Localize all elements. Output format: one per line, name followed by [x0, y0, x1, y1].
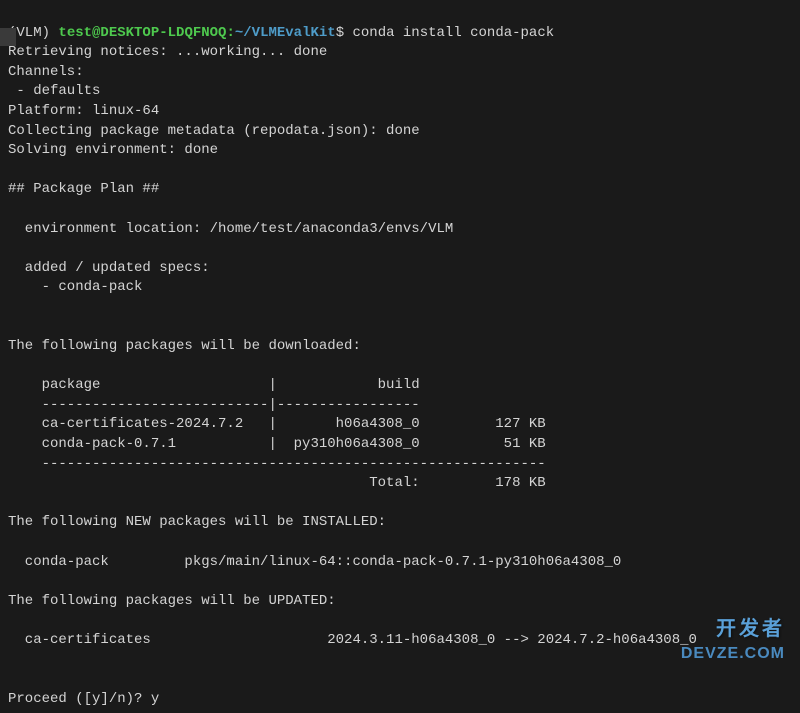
spec-item: - conda-pack: [8, 279, 142, 295]
output-line: Channels:: [8, 64, 84, 80]
prompt-line: (VLM) test@DESKTOP-LDQFNOQ:~/VLMEvalKit$…: [8, 25, 554, 41]
output-line: Retrieving notices: ...working... done: [8, 44, 327, 60]
prompt-symbol: $: [336, 25, 353, 41]
prompt-colon: :: [226, 25, 234, 41]
table-divider: ----------------------------------------…: [8, 456, 546, 472]
total-row: Total: 178 KB: [8, 475, 546, 491]
install-header: The following NEW packages will be INSTA…: [8, 514, 386, 530]
output-line: - defaults: [8, 83, 100, 99]
table-divider: ---------------------------|------------…: [8, 397, 420, 413]
terminal-window[interactable]: (VLM) test@DESKTOP-LDQFNOQ:~/VLMEvalKit$…: [0, 0, 800, 713]
typed-command: conda install conda-pack: [353, 25, 555, 41]
package-row: ca-certificates-2024.7.2 | h06a4308_0 12…: [8, 416, 546, 432]
update-header: The following packages will be UPDATED:: [8, 593, 336, 609]
output-line: Platform: linux-64: [8, 103, 159, 119]
proceed-prompt[interactable]: Proceed ([y]/n)? y: [8, 691, 159, 707]
table-header: package | build: [8, 377, 420, 393]
specs-header: added / updated specs:: [8, 260, 210, 276]
install-item: conda-pack pkgs/main/linux-64::conda-pac…: [8, 554, 621, 570]
user-host: test@DESKTOP-LDQFNOQ: [58, 25, 226, 41]
current-path: ~/VLMEvalKit: [235, 25, 336, 41]
env-location: environment location: /home/test/anacond…: [8, 221, 453, 237]
output-line: Solving environment: done: [8, 142, 218, 158]
update-item: ca-certificates 2024.3.11-h06a4308_0 -->…: [8, 632, 697, 648]
output-line: Collecting package metadata (repodata.js…: [8, 123, 420, 139]
package-row: conda-pack-0.7.1 | py310h06a4308_0 51 KB: [8, 436, 546, 452]
sidebar-indicator: [0, 28, 16, 46]
package-plan-header: ## Package Plan ##: [8, 181, 159, 197]
download-header: The following packages will be downloade…: [8, 338, 361, 354]
